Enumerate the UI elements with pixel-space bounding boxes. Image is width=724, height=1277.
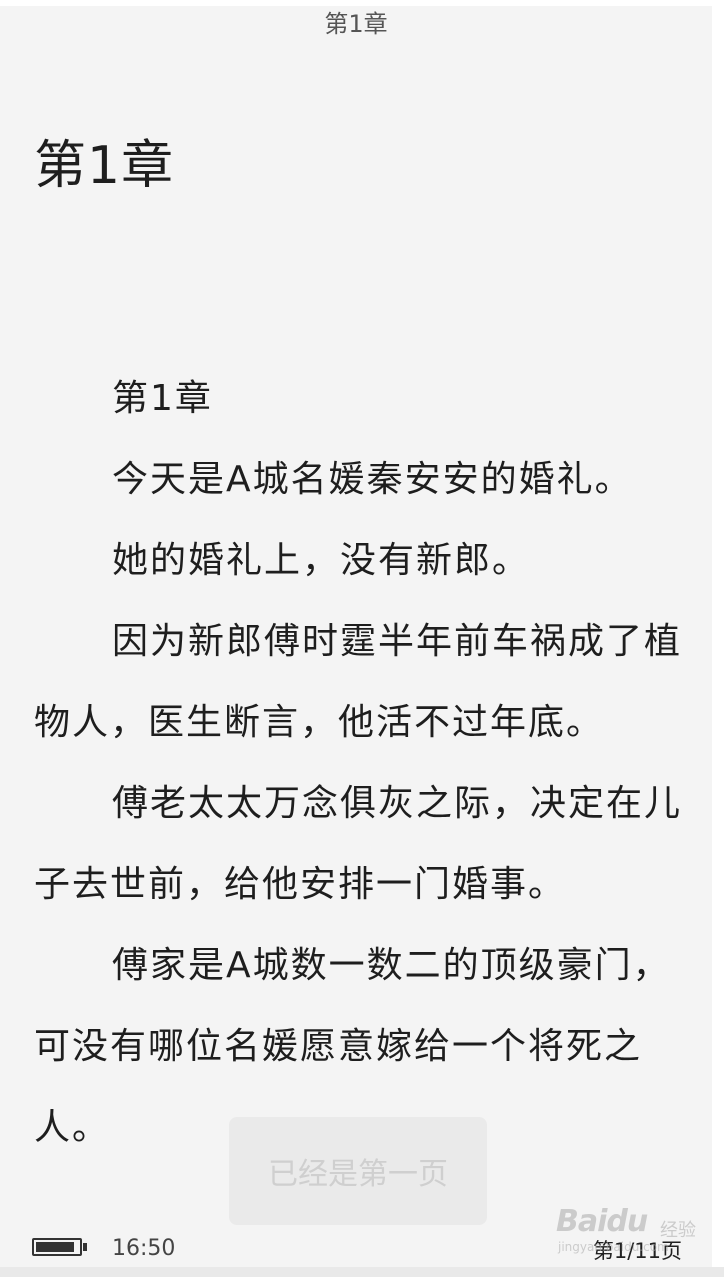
bottom-edge <box>0 1267 724 1277</box>
chapter-content[interactable]: 第1章 今天是A城名媛秦安安的婚礼。 她的婚礼上，没有新郎。 因为新郎傅时霆半年… <box>34 358 684 1168</box>
paragraph: 因为新郎傅时霆半年前车祸成了植物人，医生断言，他活不过年底。 <box>34 621 683 743</box>
watermark-url: jingyan.baidu.com <box>558 1240 669 1254</box>
paragraph: 她的婚礼上，没有新郎。 <box>112 540 531 581</box>
watermark-brand: Baidu <box>556 1204 648 1239</box>
battery-icon <box>32 1238 82 1256</box>
top-edge <box>0 0 712 6</box>
watermark-sub: 经验 <box>660 1220 696 1241</box>
battery-cap <box>83 1243 87 1251</box>
chapter-heading: 第1章 <box>34 136 175 196</box>
toast-message: 已经是第一页 <box>268 1157 448 1192</box>
clock: 16:50 <box>112 1236 176 1261</box>
first-page-toast: 已经是第一页 <box>229 1117 487 1225</box>
paragraph: 今天是A城名媛秦安安的婚礼。 <box>112 459 633 500</box>
battery-level <box>36 1242 74 1252</box>
paragraph: 第1章 <box>112 378 213 419</box>
right-edge <box>712 0 724 1277</box>
baidu-jingyan-watermark: Baidu 经验 jingyan.baidu.com <box>556 1196 706 1256</box>
header-chapter-title: 第1章 <box>324 10 388 38</box>
paragraph: 傅老太太万念俱灰之际，决定在儿子去世前，给他安排一门婚事。 <box>34 783 683 905</box>
